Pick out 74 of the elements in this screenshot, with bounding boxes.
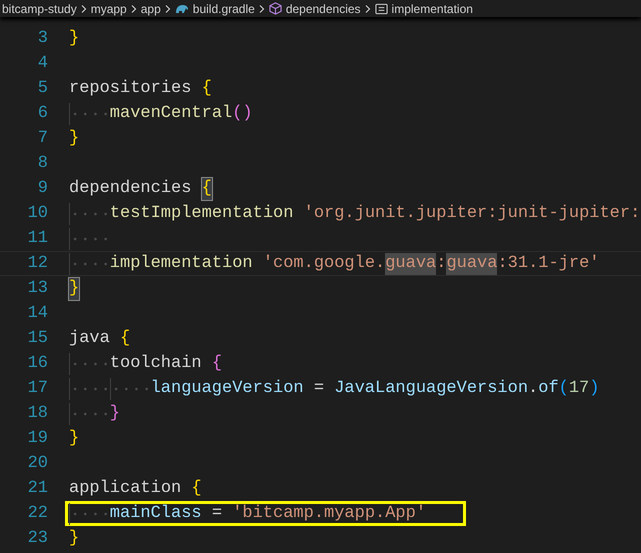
code-token: { [202,78,212,100]
line-number: 12 [26,255,48,272]
breadcrumb-item[interactable]: bitcamp-study [2,2,77,14]
code-token: JavaLanguageVersion [334,378,528,400]
line-number: 16 [26,355,48,372]
code-token: implementation [110,252,253,274]
code-token: dependencies [69,178,192,200]
line-number: 13 [26,280,48,297]
code-token: of [538,378,559,400]
chevron-icon [78,4,89,14]
code-token: 'com.google. [262,252,386,274]
code-token: application [69,478,182,500]
line-number: 23 [26,530,48,547]
code-token: = [314,378,324,400]
chevron-icon [256,4,267,14]
line-number: 22 [26,505,48,522]
elephant-icon [174,2,189,14]
code-token: () [232,102,253,124]
breadcrumb-item[interactable]: app [140,2,161,14]
indent-guide [69,502,110,524]
code-token: { [191,478,202,500]
code-token: testImplementation [110,202,294,224]
line-number: 9 [36,180,48,197]
breadcrumb-item[interactable]: dependencies [286,2,361,14]
line-number: 21 [26,480,48,497]
code-token: :31.1-jre' [497,252,600,274]
line-number: 7 [36,130,48,147]
code-token: toolchain [110,352,202,374]
chevron-icon [128,4,139,14]
code-token: : [436,252,446,274]
code-token: java [69,328,110,350]
chevron-icon [162,4,173,14]
indent-guide [69,252,110,274]
breadcrumb-item[interactable]: myapp [90,2,127,14]
code-token: } [69,278,80,300]
line-number: 3 [36,30,48,47]
code-token: { [212,352,222,374]
code-token: repositories [69,78,192,100]
code-token: } [69,528,80,550]
code-token: ) [589,378,600,400]
code-token: } [110,402,120,424]
line-number: 11 [26,230,48,247]
breadcrumb-item[interactable]: build.gradle [192,2,255,14]
code-token: { [202,178,212,200]
line-number: 18 [26,405,48,422]
code-token: mainClass [110,502,202,524]
list-icon [374,2,388,14]
code-token: } [69,28,80,50]
code-token: ( [558,378,569,400]
code-token: 17 [568,378,590,400]
line-number: 14 [26,305,48,322]
line-number: 10 [26,205,48,222]
code-token: guava [385,252,436,274]
cube-icon [268,2,282,15]
line-number: 19 [26,430,48,447]
code-token: mavenCentral [110,102,232,124]
code-token: . [528,378,538,400]
line-number: 17 [26,380,48,397]
line-number: 6 [36,105,48,122]
code-token: guava [446,252,498,274]
line-number: 8 [36,155,48,172]
line-number: 5 [36,80,48,97]
breadcrumb-item[interactable]: implementation [392,2,473,14]
code-token: } [69,128,80,150]
chevron-icon [362,4,373,14]
code-token: 'org.junit.jupiter:junit-jupiter: [304,202,640,224]
code-token: 'bitcamp.myapp.App' [232,502,426,524]
line-number: 20 [26,455,48,472]
code-token: } [69,428,80,450]
code-token: { [120,328,130,350]
line-number: 15 [26,330,48,347]
line-number: 4 [36,55,48,72]
code-token: languageVersion [150,378,304,400]
code-token: = [212,502,222,524]
